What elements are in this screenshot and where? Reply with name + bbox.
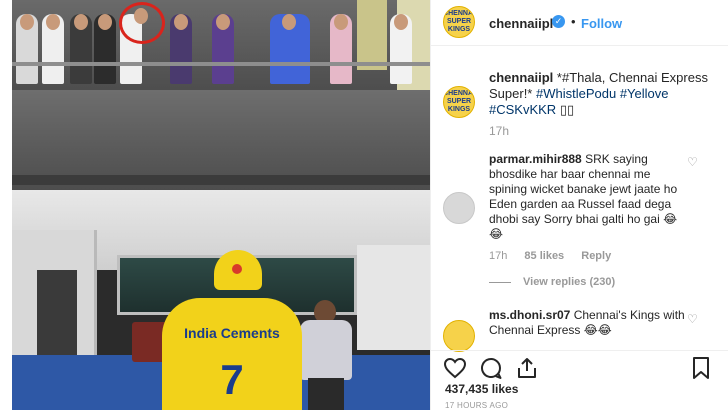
comment-like-heart-icon[interactable]: ♡ [687,312,698,326]
spectator-head [282,14,296,30]
jersey-number: 7 [220,356,244,403]
commenter-avatar[interactable] [443,192,475,224]
spectator-head [334,14,348,30]
spectator-head [46,14,60,30]
comment-like-heart-icon[interactable]: ♡ [687,155,698,169]
pavilion-door [37,270,77,355]
comment-username[interactable]: parmar.mihir888 [489,152,582,166]
avatar-logo-text: CHENNAI SUPER KINGS [443,90,475,113]
spectator-head [174,14,188,30]
guard-legs [308,378,344,410]
spectator-head [20,14,34,30]
balcony-ledge [12,175,430,185]
caption-emoji: ▯▯ [559,102,575,117]
post-timestamp[interactable]: 17 HOURS AGO [445,401,508,410]
cap-logo-icon [232,264,242,274]
share-upload-icon[interactable] [515,356,539,380]
caption-avatar[interactable]: CHENNAI SUPER KINGS [443,86,475,118]
caption-username[interactable]: chennaiipl [489,70,553,85]
player-jersey: India Cements 7 [162,298,302,410]
post-likes-count[interactable]: 437,435 likes [445,382,518,396]
spectator-head [98,14,112,30]
post-header: CHENNAI SUPER KINGS chennaiipl ✓ • Follo… [431,0,728,46]
balcony-railing [12,62,430,66]
stand-pillar [357,0,387,70]
verified-badge-icon: ✓ [552,15,565,28]
comment-timestamp[interactable]: 17h [489,250,507,262]
view-replies-label: View replies (230) [523,276,616,288]
guard-body [300,320,352,380]
spectator-head [216,14,230,30]
comment-meta: 17h 85 likes Reply [489,250,625,262]
replies-divider [489,281,511,283]
post-sidebar: CHENNAI SUPER KINGS chennaiipl ✓ • Follo… [430,0,728,410]
post-photo[interactable]: India Cements 7 [12,0,430,410]
header-separator: • [571,14,576,29]
reply-button[interactable]: Reply [581,250,611,262]
view-replies-button[interactable]: View replies (230) [489,276,615,288]
security-guard [300,300,352,410]
pavilion-wall [357,245,430,350]
post-actions: 437,435 likes 17 HOURS AGO [431,350,728,410]
highlight-circle [119,2,165,44]
comment: ms.dhoni.sr07 Chennai's Kings with Chenn… [489,308,689,338]
like-heart-icon[interactable] [443,356,467,380]
avatar-logo-text: CHENNAI SUPER KINGS [443,10,475,33]
account-username[interactable]: chennaiipl [489,16,553,31]
spectator-head [394,14,408,30]
spectator-head [74,14,88,30]
follow-button[interactable]: Follow [581,16,622,31]
comment: parmar.mihir888 SRK saying bhosdike har … [489,152,689,242]
jersey-sponsor-text: India Cements [184,325,280,341]
commenter-avatar[interactable] [443,320,475,352]
player-figure: India Cements 7 [162,250,302,410]
comment-likes[interactable]: 85 likes [524,250,564,262]
account-avatar[interactable]: CHENNAI SUPER KINGS [443,6,475,38]
bookmark-icon[interactable] [689,356,713,380]
caption-timestamp[interactable]: 17h [489,124,509,138]
post-caption: chennaiipl *#Thala, Chennai Express Supe… [489,70,719,118]
comment-bubble-icon[interactable] [479,356,503,380]
comment-username[interactable]: ms.dhoni.sr07 [489,308,570,322]
